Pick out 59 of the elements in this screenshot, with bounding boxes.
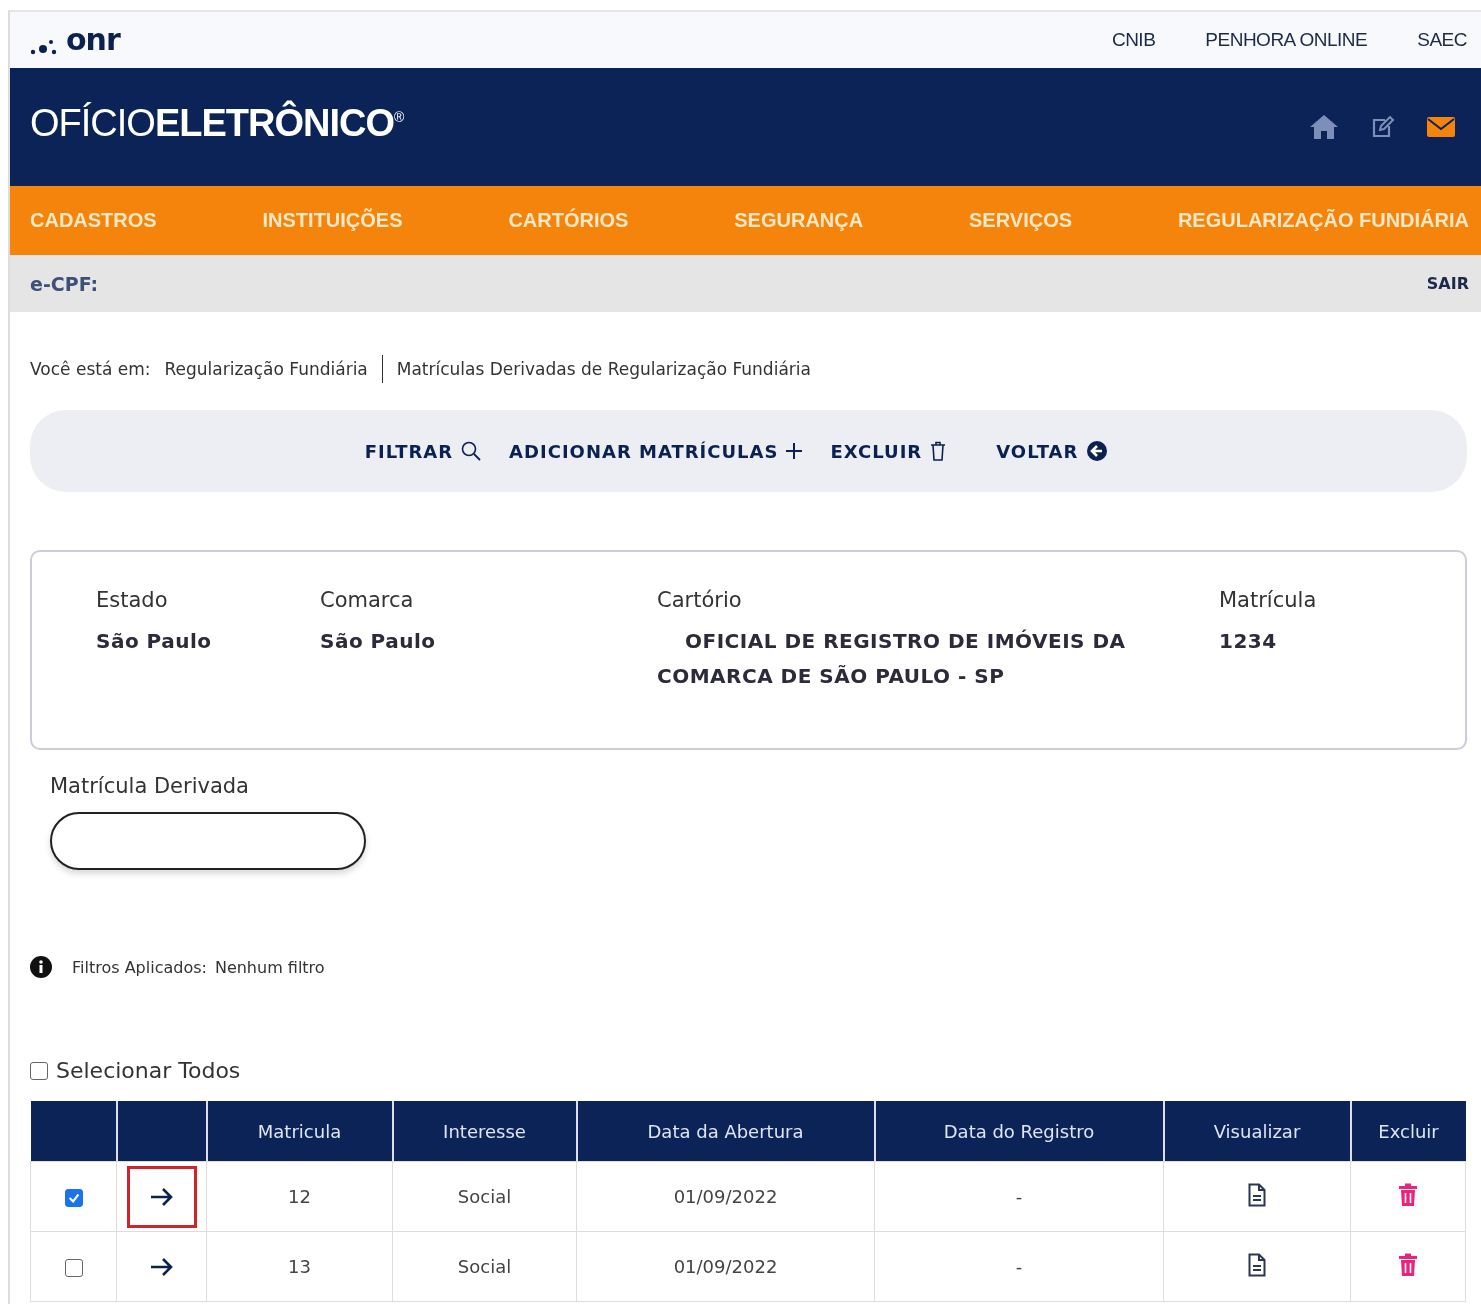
user-label: e-CPF: xyxy=(30,272,99,295)
filters-label: Filtros Aplicados: xyxy=(72,957,207,977)
table-cell: 13 xyxy=(206,1231,393,1302)
table-cell: - xyxy=(874,1161,1164,1232)
toolbar-button[interactable]: VOLTAR xyxy=(996,436,1109,466)
column-header: Excluir xyxy=(1350,1101,1466,1162)
field-label: Matrícula Derivada xyxy=(50,774,250,798)
document-icon[interactable] xyxy=(1248,1252,1266,1277)
column-header: Visualizar xyxy=(1163,1101,1351,1162)
logout-link[interactable]: SAIR xyxy=(1426,274,1469,293)
detail-label: Matrícula xyxy=(1219,588,1318,612)
table-cell: 12 xyxy=(206,1161,393,1232)
trash-icon[interactable] xyxy=(1398,1252,1418,1277)
detail-label: Comarca xyxy=(320,588,415,612)
arrow-right-icon[interactable] xyxy=(149,1186,174,1207)
filters-value: Nenhum filtro xyxy=(214,957,325,977)
mail-icon[interactable] xyxy=(1427,116,1455,138)
trash-icon xyxy=(930,441,947,461)
detail-label: Estado xyxy=(96,588,169,612)
breadcrumb-link[interactable]: Matrículas Derivadas de Regularização Fundiária xyxy=(396,359,811,379)
detail-value: 1234 xyxy=(1219,628,1278,655)
column-header: Matricula xyxy=(206,1101,393,1162)
logo-text: onr xyxy=(66,25,120,55)
input-field[interactable] xyxy=(50,812,366,870)
top-link[interactable]: CNIB xyxy=(1111,29,1156,51)
arrow-right-icon[interactable] xyxy=(149,1256,174,1277)
table-cell: - xyxy=(874,1231,1164,1302)
table-cell: 01/09/2022 xyxy=(576,1161,875,1232)
top-link[interactable]: SAEC xyxy=(1417,29,1467,51)
check-icon xyxy=(66,1191,81,1205)
breadcrumb-prefix: Você está em: xyxy=(30,359,151,379)
checkbox[interactable] xyxy=(64,1189,83,1207)
detail-value: São Paulo xyxy=(96,628,213,655)
table-cell: Social xyxy=(392,1231,577,1302)
table-cell: 01/09/2022 xyxy=(576,1231,875,1302)
checkbox[interactable] xyxy=(64,1259,83,1277)
toolbar-button[interactable]: ADICIONAR MATRÍCULAS xyxy=(509,436,803,466)
checkbox[interactable] xyxy=(30,1061,48,1080)
toolbar-button[interactable]: EXCLUIR xyxy=(830,436,947,466)
breadcrumb-link[interactable]: Regularização Fundiária xyxy=(164,359,368,379)
column-header: Data da Abertura xyxy=(576,1101,875,1162)
document-icon[interactable] xyxy=(1248,1182,1266,1207)
info-icon xyxy=(30,956,52,978)
checkbox-label: Selecionar Todos xyxy=(56,1058,241,1083)
search-icon xyxy=(461,441,482,461)
edit-icon[interactable] xyxy=(1371,116,1395,138)
home-icon[interactable] xyxy=(1309,114,1339,140)
detail-label: Cartório xyxy=(657,588,743,612)
column-header: Data do Registro xyxy=(874,1101,1164,1162)
detail-value: OFICIAL DE REGISTRO DE IMÓVEIS DA COMARCA DE SÃO PAULO - SP xyxy=(657,628,1127,690)
toolbar-button[interactable]: FILTRAR xyxy=(364,436,482,466)
back-circle-icon xyxy=(1086,440,1109,462)
app-title: OFÍCIOELETRÔNICO$^{®}$ xyxy=(30,101,404,145)
table-cell: Social xyxy=(392,1161,577,1232)
trash-icon[interactable] xyxy=(1398,1182,1418,1207)
column-header: Interesse xyxy=(392,1101,577,1162)
top-link[interactable]: PENHORA ONLINE xyxy=(1205,29,1368,51)
detail-value: São Paulo xyxy=(320,628,437,655)
plus-icon xyxy=(786,443,803,459)
